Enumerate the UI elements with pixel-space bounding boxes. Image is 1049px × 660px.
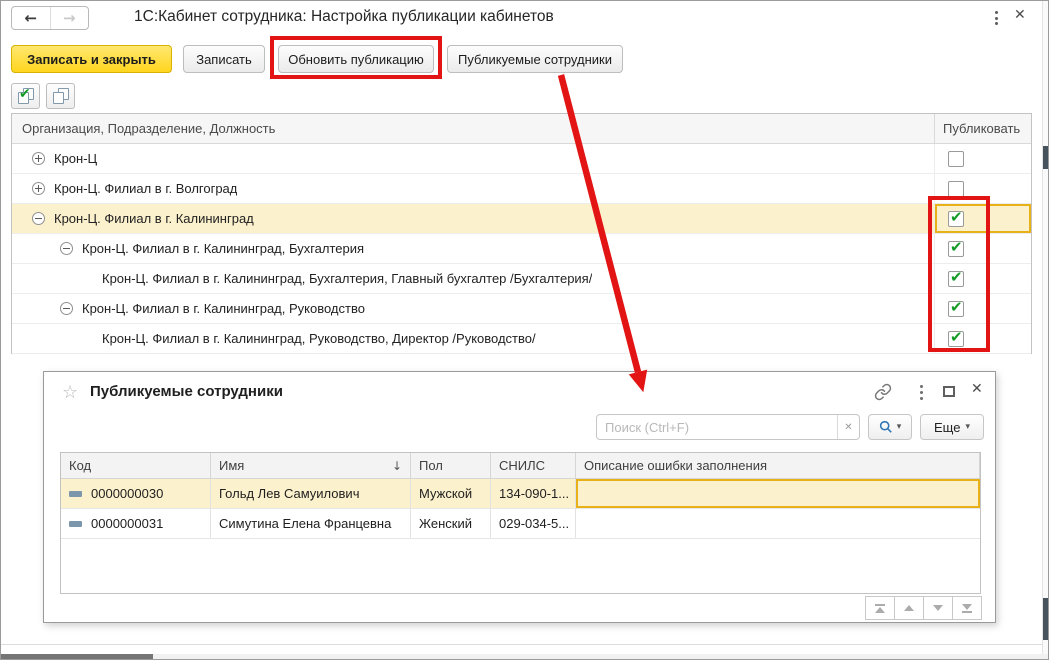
vertical-scrollbar[interactable] <box>1042 1 1049 659</box>
col-snils[interactable]: СНИЛС <box>491 453 576 478</box>
row-marker-icon <box>69 521 82 527</box>
green-check-icon: ✔ <box>19 86 31 102</box>
publish-checkbox[interactable] <box>948 301 964 317</box>
employee-row[interactable]: 0000000031 Симутина Елена Францевна Женс… <box>61 509 980 539</box>
dialog-close-button[interactable]: ✕ <box>971 381 983 397</box>
employees-table: Код Имя ↓ Пол СНИЛС Описание ошибки запо… <box>60 452 981 594</box>
selected-cell[interactable] <box>934 204 1031 233</box>
more-button[interactable]: Еще ▾ <box>920 414 984 440</box>
go-down-button[interactable] <box>923 596 953 620</box>
tree-row-selected[interactable]: Крон-Ц. Филиал в г. Калининград <box>12 204 1031 234</box>
magnifier-icon <box>879 420 893 434</box>
collapse-icon[interactable] <box>32 212 45 225</box>
back-arrow-icon: ← <box>24 9 37 27</box>
tree-row[interactable]: Крон-Ц. Филиал в г. Калининград, Бухгалт… <box>12 264 1031 294</box>
go-first-button[interactable] <box>865 596 895 620</box>
employee-row-selected[interactable]: 0000000030 Гольд Лев Самуилович Мужской … <box>61 479 980 509</box>
chevron-down-icon: ▾ <box>897 422 902 432</box>
window-close-button[interactable]: ✕ <box>1014 7 1026 23</box>
selected-cell[interactable] <box>576 479 980 508</box>
triangle-up-icon <box>875 607 885 613</box>
sort-desc-icon: ↓ <box>392 459 402 473</box>
tree-header: Организация, Подразделение, Должность Пу… <box>12 114 1031 144</box>
search-button[interactable]: ▾ <box>868 414 912 440</box>
clear-all-flags-button[interactable] <box>46 83 75 109</box>
favorite-star-icon[interactable]: ☆ <box>62 382 78 403</box>
expand-icon[interactable] <box>32 152 45 165</box>
published-employees-dialog: ☆ Публикуемые сотрудники ✕ ✕ ▾ Еще ▾ <box>43 371 996 623</box>
go-up-button[interactable] <box>894 596 924 620</box>
tree-header-publish: Публиковать <box>934 114 1031 143</box>
tree-row[interactable]: Крон-Ц. Филиал в г. Калининград, Руковод… <box>12 294 1031 324</box>
scrollbar-thumb[interactable] <box>1043 146 1048 169</box>
triangle-down-icon <box>933 605 943 611</box>
tree-row[interactable]: Крон-Ц <box>12 144 1031 174</box>
clear-search-button[interactable]: ✕ <box>837 415 859 439</box>
save-button[interactable]: Записать <box>183 45 265 73</box>
app-window: ← → 1С:Кабинет сотрудника: Настройка пуб… <box>0 0 1049 660</box>
scrollbar-thumb[interactable] <box>1043 598 1048 640</box>
window-menu-button[interactable] <box>989 10 1003 26</box>
collapse-icon[interactable] <box>60 302 73 315</box>
publish-checkbox[interactable] <box>948 211 964 227</box>
close-icon: ✕ <box>971 381 983 397</box>
row-marker-icon <box>69 491 82 497</box>
divider <box>1 644 1048 645</box>
col-code[interactable]: Код <box>61 453 211 478</box>
publish-checkbox[interactable] <box>948 181 964 197</box>
col-error[interactable]: Описание ошибки заполнения <box>576 453 980 478</box>
page-title: 1С:Кабинет сотрудника: Настройка публика… <box>134 8 554 26</box>
tree-row[interactable]: Крон-Ц. Филиал в г. Калининград, Руковод… <box>12 324 1031 354</box>
triangle-down-icon <box>962 604 972 610</box>
refresh-publication-button[interactable]: Обновить публикацию <box>278 45 434 73</box>
close-icon: ✕ <box>1014 7 1026 23</box>
search-field: ✕ <box>596 414 860 440</box>
tree-row[interactable]: Крон-Ц. Филиал в г. Калининград, Бухгалт… <box>12 234 1031 264</box>
publish-checkbox[interactable] <box>948 151 964 167</box>
list-navigation <box>866 596 982 620</box>
employees-table-header: Код Имя ↓ Пол СНИЛС Описание ошибки запо… <box>61 453 980 479</box>
kebab-icon <box>920 385 923 388</box>
col-name[interactable]: Имя ↓ <box>211 453 411 478</box>
history-nav: ← → <box>11 6 89 30</box>
scrollbar-thumb[interactable] <box>1 654 153 659</box>
dialog-menu-button[interactable] <box>916 385 926 400</box>
set-all-flags-button[interactable]: ✔ <box>11 83 40 109</box>
link-icon[interactable] <box>874 383 892 406</box>
forward-button[interactable]: → <box>51 7 89 29</box>
triangle-up-icon <box>904 605 914 611</box>
maximize-button[interactable] <box>943 386 955 397</box>
search-input[interactable] <box>597 415 837 439</box>
go-last-button[interactable] <box>952 596 982 620</box>
collapse-icon[interactable] <box>60 242 73 255</box>
published-employees-button[interactable]: Публикуемые сотрудники <box>447 45 623 73</box>
tree-row[interactable]: Крон-Ц. Филиал в г. Волгоград <box>12 174 1031 204</box>
kebab-icon <box>995 11 998 14</box>
save-and-close-button[interactable]: Записать и закрыть <box>11 45 172 73</box>
chevron-down-icon: ▾ <box>965 422 970 432</box>
org-tree-table: Организация, Подразделение, Должность Пу… <box>11 113 1032 354</box>
col-gender[interactable]: Пол <box>411 453 491 478</box>
publish-checkbox[interactable] <box>948 271 964 287</box>
back-button[interactable]: ← <box>12 7 51 29</box>
tree-header-org: Организация, Подразделение, Должность <box>12 121 934 136</box>
horizontal-scrollbar[interactable] <box>1 654 1048 659</box>
publish-checkbox[interactable] <box>948 241 964 257</box>
dialog-title: Публикуемые сотрудники <box>90 383 283 400</box>
forward-arrow-icon: → <box>63 9 76 27</box>
expand-icon[interactable] <box>32 182 45 195</box>
publish-checkbox[interactable] <box>948 331 964 347</box>
